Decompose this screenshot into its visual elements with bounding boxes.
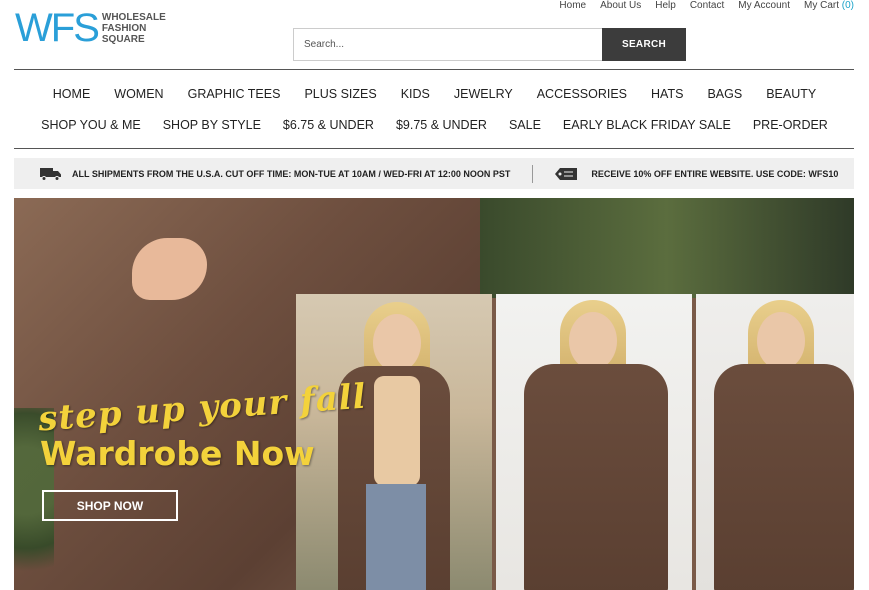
nav-item-women[interactable]: WOMEN	[114, 87, 163, 101]
cart-count: (0)	[841, 0, 854, 11]
top-link-contact[interactable]: Contact	[690, 0, 724, 11]
nav-item-beauty[interactable]: BEAUTY	[766, 87, 816, 101]
hero-photo-cardigan	[296, 294, 492, 590]
tag-icon	[555, 167, 578, 180]
logo-line-2: FASHION	[101, 22, 147, 34]
promo-text: RECEIVE 10% OFF ENTIRE WEBSITE. USE CODE…	[591, 168, 839, 179]
search-button[interactable]: SEARCH	[602, 28, 686, 61]
top-link-cart[interactable]: My Cart (0)	[804, 0, 854, 11]
nav-item-plus-sizes[interactable]: PLUS SIZES	[304, 87, 376, 101]
nav-divider	[14, 148, 854, 149]
hero-photo-tunic	[696, 294, 854, 590]
shipbar-separator	[532, 164, 534, 183]
promo-notice: RECEIVE 10% OFF ENTIRE WEBSITE. USE CODE…	[555, 167, 839, 180]
top-link-help[interactable]: Help	[655, 0, 676, 11]
truck-icon	[40, 167, 62, 181]
nav-item-early-black-friday[interactable]: EARLY BLACK FRIDAY SALE	[563, 118, 731, 132]
shipping-text: ALL SHIPMENTS FROM THE U.S.A. CUT OFF TI…	[72, 168, 511, 179]
nav-item-jewelry[interactable]: JEWELRY	[454, 87, 513, 101]
header-divider	[14, 69, 854, 70]
site-logo[interactable]: WFS WHOLESALE FASHION SQUARE	[15, 6, 166, 50]
nav-item-shop-by-style[interactable]: SHOP BY STYLE	[163, 118, 261, 132]
hero-headline: Wardrobe Now	[40, 434, 315, 473]
cart-label: My Cart	[803, 0, 839, 11]
main-nav-secondary: SHOP YOU & ME SHOP BY STYLE $6.75 & UNDE…	[0, 118, 869, 132]
logo-line-1: WHOLESALE	[101, 11, 166, 23]
shop-now-button[interactable]: SHOP NOW	[42, 490, 178, 521]
search-input[interactable]	[293, 28, 602, 61]
top-links: Home About Us Help Contact My Account My…	[559, 0, 854, 11]
nav-item-kids[interactable]: KIDS	[401, 87, 430, 101]
nav-item-sale[interactable]: SALE	[509, 118, 541, 132]
main-nav-primary: HOME WOMEN GRAPHIC TEES PLUS SIZES KIDS …	[0, 87, 869, 101]
shipping-banner: ALL SHIPMENTS FROM THE U.S.A. CUT OFF TI…	[14, 158, 854, 189]
top-link-about[interactable]: About Us	[600, 0, 641, 11]
nav-item-graphic-tees[interactable]: GRAPHIC TEES	[188, 87, 281, 101]
nav-item-pre-order[interactable]: PRE-ORDER	[753, 118, 828, 132]
nav-item-accessories[interactable]: ACCESSORIES	[537, 87, 627, 101]
nav-item-under-975[interactable]: $9.75 & UNDER	[396, 118, 487, 132]
logo-mark: WFS	[15, 6, 100, 50]
logo-wordmark: WHOLESALE FASHION SQUARE	[102, 12, 166, 45]
top-link-account[interactable]: My Account	[738, 0, 790, 11]
hero-photo-sweater-dress	[496, 294, 692, 590]
nav-item-home[interactable]: HOME	[53, 87, 91, 101]
nav-item-hats[interactable]: HATS	[651, 87, 683, 101]
logo-line-3: SQUARE	[101, 33, 145, 45]
hero-background-foliage	[480, 198, 854, 298]
shipping-notice: ALL SHIPMENTS FROM THE U.S.A. CUT OFF TI…	[40, 167, 510, 181]
nav-item-shop-you-and-me[interactable]: SHOP YOU & ME	[41, 118, 141, 132]
search-bar: SEARCH	[293, 28, 686, 61]
nav-item-under-675[interactable]: $6.75 & UNDER	[283, 118, 374, 132]
nav-item-bags[interactable]: BAGS	[707, 87, 742, 101]
top-link-home[interactable]: Home	[559, 0, 586, 11]
hero-banner[interactable]: step up your fall Wardrobe Now SHOP NOW	[14, 198, 854, 590]
